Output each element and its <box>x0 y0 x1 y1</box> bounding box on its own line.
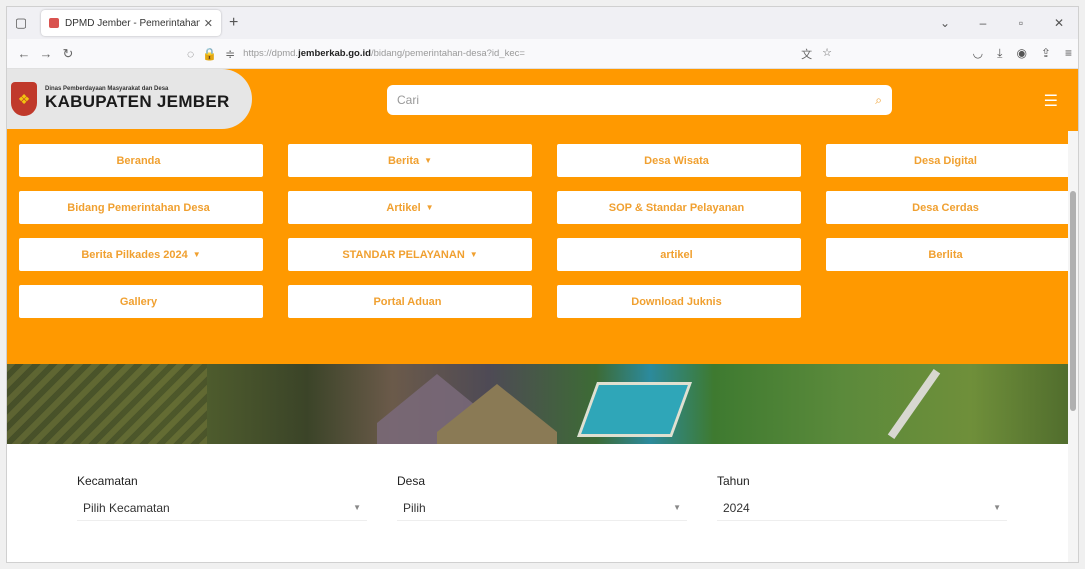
site-header: ❖ Dinas Pemberdayaan Masyarakat dan Desa… <box>7 69 1078 364</box>
menu-icon[interactable]: ≡ <box>1065 46 1072 61</box>
dropdown-arrow-icon: ▼ <box>673 503 681 512</box>
hero-pool <box>576 382 693 437</box>
reload-icon[interactable]: ↻ <box>57 46 79 62</box>
menu-item-berita-pilkades-2024[interactable]: Berita Pilkades 2024 ▼ <box>19 238 263 271</box>
menu-item-berita[interactable]: Berita ▼ <box>288 144 532 177</box>
hero-road <box>887 368 941 440</box>
new-tab-icon[interactable]: + <box>229 14 238 32</box>
menu-item-artikel[interactable]: artikel <box>557 238 801 271</box>
site-logo[interactable]: ❖ Dinas Pemberdayaan Masyarakat dan Desa… <box>7 69 252 129</box>
download-icon[interactable]: ⤓ <box>997 46 1002 61</box>
menu-item-artikel-dropdown[interactable]: Artikel ▼ <box>288 191 532 224</box>
url-host: jemberkab.go.id <box>298 48 371 59</box>
menu-item-beranda[interactable]: Beranda <box>19 144 263 177</box>
permissions-icon[interactable]: ≑ <box>225 47 235 61</box>
share-icon[interactable]: ⇪ <box>1041 46 1051 61</box>
window-controls: ⌄ – ▫ ✕ <box>926 7 1078 39</box>
jember-emblem-icon: ❖ <box>11 82 37 116</box>
tahun-label: Tahun <box>717 474 750 488</box>
bookmark-star-icon[interactable]: ☆ <box>822 46 832 62</box>
desa-filter: Desa Pilih ▼ <box>397 474 687 521</box>
menu-item-desa-cerdas[interactable]: Desa Cerdas <box>826 191 1070 224</box>
browser-window: ▢ DPMD Jember - Pemerintahan - K ✕ + ⌄ –… <box>6 6 1079 563</box>
desa-label: Desa <box>397 474 426 488</box>
dropdown-arrow-icon: ▼ <box>353 503 361 512</box>
menu-item-desa-digital[interactable]: Desa Digital <box>826 144 1070 177</box>
menu-item-gallery[interactable]: Gallery <box>19 285 263 318</box>
kecamatan-label: Kecamatan <box>77 474 138 488</box>
maximize-icon[interactable]: ▫ <box>1002 16 1040 30</box>
menu-item-portal-aduan[interactable]: Portal Aduan <box>288 285 532 318</box>
shield-icon[interactable]: ◌ <box>187 47 194 61</box>
url-bar-actions: 文 ☆ <box>801 46 832 62</box>
favicon-icon <box>49 18 59 28</box>
kecamatan-filter: Kecamatan Pilih Kecamatan ▼ <box>77 474 367 521</box>
minimize-icon[interactable]: – <box>964 16 1002 30</box>
logo-title: KABUPATEN JEMBER <box>45 92 230 111</box>
desa-select[interactable]: Pilih ▼ <box>397 495 687 521</box>
menu-item-sop-standar-pelayanan[interactable]: SOP & Standar Pelayanan <box>557 191 801 224</box>
website: ❖ Dinas Pemberdayaan Masyarakat dan Desa… <box>7 69 1078 562</box>
caret-down-icon: ▼ <box>192 250 201 259</box>
pocket-icon[interactable]: ◡ <box>973 46 983 61</box>
tab-bar: ▢ DPMD Jember - Pemerintahan - K ✕ + ⌄ –… <box>7 7 1078 39</box>
page-scrollbar[interactable] <box>1068 131 1078 562</box>
extension-icon[interactable]: ◉ <box>1016 46 1026 61</box>
url-bar[interactable]: ◌ 🔒 ≑ https://dpmd. jemberkab.go.id /bid… <box>187 43 832 65</box>
caret-down-icon: ▼ <box>425 203 434 212</box>
url-path: /bidang/pemerintahan-desa?id_kec= <box>370 48 525 59</box>
tahun-filter: Tahun 2024 ▼ <box>717 474 1007 521</box>
scrollbar-thumb[interactable] <box>1070 191 1076 411</box>
toolbar-icons: ◡ ⤓ ◉ ⇪ ≡ <box>973 46 1072 61</box>
hamburger-menu-icon[interactable]: ☰ <box>1044 91 1058 111</box>
hero-rice-field <box>7 364 207 444</box>
tahun-select[interactable]: 2024 ▼ <box>717 495 1007 521</box>
caret-down-icon: ▼ <box>469 250 478 259</box>
forward-icon[interactable]: → <box>35 46 57 61</box>
translate-icon[interactable]: 文 <box>801 46 812 62</box>
hero-banner-image <box>7 364 1078 444</box>
chevron-down-icon[interactable]: ⌄ <box>926 16 964 30</box>
caret-down-icon: ▼ <box>424 156 433 165</box>
browser-tab[interactable]: DPMD Jember - Pemerintahan - K ✕ <box>41 10 221 36</box>
main-menu: Beranda Berita ▼ Desa Wisata Desa Digital… <box>19 144 1070 318</box>
search-icon[interactable]: ⌕ <box>875 93 882 108</box>
lock-icon[interactable]: 🔒 <box>202 47 217 61</box>
menu-item-download-juknis[interactable]: Download Juknis <box>557 285 801 318</box>
menu-item-berlita[interactable]: Berlita <box>826 238 1070 271</box>
close-window-icon[interactable]: ✕ <box>1040 16 1078 30</box>
tab-title: DPMD Jember - Pemerintahan - K <box>65 17 200 29</box>
tab-list-icon[interactable]: ▢ <box>7 15 35 31</box>
filter-form: Kecamatan Pilih Kecamatan ▼ Desa Pilih ▼… <box>77 474 1007 521</box>
menu-item-desa-wisata[interactable]: Desa Wisata <box>557 144 801 177</box>
dropdown-arrow-icon: ▼ <box>993 503 1001 512</box>
nav-bar: ← → ↻ ◌ 🔒 ≑ https://dpmd. jemberkab.go.i… <box>7 39 1078 69</box>
menu-item-standar-pelayanan[interactable]: STANDAR PELAYANAN ▼ <box>288 238 532 271</box>
kecamatan-select[interactable]: Pilih Kecamatan ▼ <box>77 495 367 521</box>
back-icon[interactable]: ← <box>13 46 35 61</box>
menu-item-bidang-pemerintahan-desa[interactable]: Bidang Pemerintahan Desa <box>19 191 263 224</box>
search-input[interactable] <box>397 93 876 107</box>
close-tab-icon[interactable]: ✕ <box>204 17 213 30</box>
url-prefix: https://dpmd. <box>243 48 299 59</box>
search-box: ⌕ <box>387 85 892 115</box>
